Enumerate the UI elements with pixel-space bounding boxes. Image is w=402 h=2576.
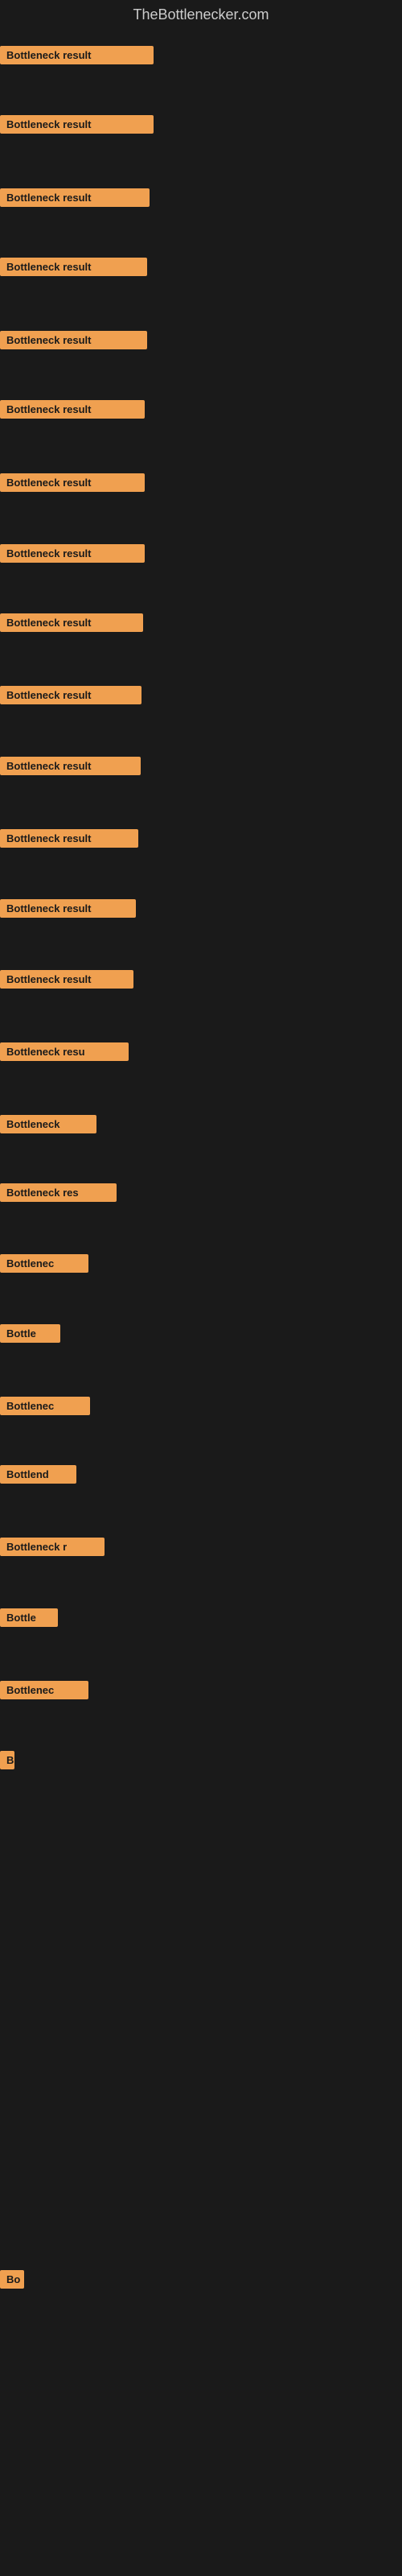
bottleneck-result-item: Bottlend	[0, 1465, 76, 1484]
bottleneck-result-item: Bottlenec	[0, 1681, 88, 1699]
bottleneck-result-item: Bottle	[0, 1324, 60, 1343]
bottleneck-result-item: Bottleneck result	[0, 613, 143, 632]
bottleneck-result-item: Bo	[0, 2270, 24, 2289]
bottleneck-result-item: Bottleneck r	[0, 1538, 105, 1556]
bottleneck-result-item: Bottleneck result	[0, 757, 141, 775]
bottleneck-result-item: Bottleneck result	[0, 970, 133, 989]
bottleneck-result-item: Bottleneck result	[0, 473, 145, 492]
bottleneck-result-item: Bottlenec	[0, 1397, 90, 1415]
bottleneck-result-item: Bottleneck resu	[0, 1042, 129, 1061]
bottleneck-result-item: Bottleneck result	[0, 899, 136, 918]
bottleneck-result-item: Bottleneck result	[0, 331, 147, 349]
bottleneck-result-item: Bottleneck	[0, 1115, 96, 1133]
bottleneck-result-item: Bottleneck result	[0, 400, 145, 419]
bottleneck-result-item: Bottleneck result	[0, 258, 147, 276]
site-title: TheBottlenecker.com	[0, 0, 402, 30]
bottleneck-result-item: Bottleneck result	[0, 829, 138, 848]
bottleneck-result-item: Bottleneck result	[0, 686, 142, 704]
bottleneck-result-item: Bottleneck result	[0, 544, 145, 563]
bottleneck-result-item: B	[0, 1751, 14, 1769]
bottleneck-result-item: Bottlenec	[0, 1254, 88, 1273]
bottleneck-result-item: Bottleneck result	[0, 188, 150, 207]
bottleneck-result-item: Bottleneck res	[0, 1183, 117, 1202]
bottleneck-result-item: Bottleneck result	[0, 46, 154, 64]
bottleneck-result-item: Bottleneck result	[0, 115, 154, 134]
bottleneck-result-item: Bottle	[0, 1608, 58, 1627]
site-title-text: TheBottlenecker.com	[133, 6, 269, 23]
